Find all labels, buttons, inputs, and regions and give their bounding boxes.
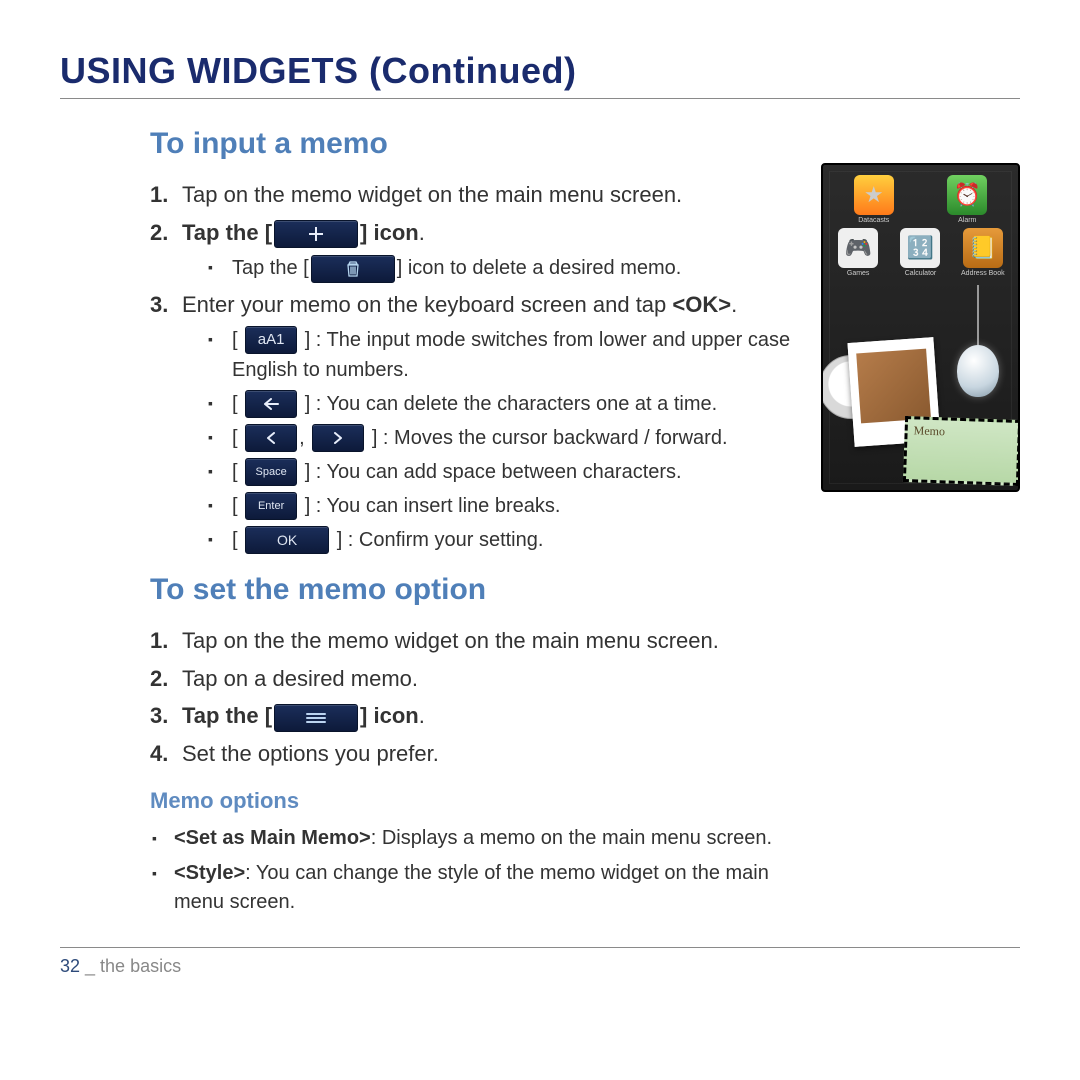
kb-enter-text: ] : You can insert line breaks. [305,495,561,517]
bracket: [ [232,495,238,517]
aA1-icon: aA1 [245,326,297,354]
memo-card-label: Memo [913,423,945,438]
app-datacasts: ★Datacasts [852,175,896,224]
steps-set-memo: Tap on the the memo widget on the main m… [150,625,801,771]
cursor-left-icon [245,424,297,452]
plus-icon [274,220,358,248]
page-title: USING WIDGETS (Continued) [60,50,1020,99]
bracket: [ [232,427,238,449]
app-alarm-label: Alarm [945,217,989,224]
kb-back-text: ] : You can delete the characters one at… [305,393,718,415]
step-3-ok: <OK> [672,292,731,317]
set-step-3: Tap the [ ] icon. [150,700,801,732]
kb-enter: [ Enter ] : You can insert line breaks. [182,491,801,521]
page-number: 32 [60,956,80,976]
opt-main-memo-label: <Set as Main Memo> [174,827,371,849]
step-2-sub: Tap the [ ] icon to delete a desired mem… [182,253,801,283]
memo-options-title: Memo options [150,788,801,814]
app-addressbook-label: Address Book [961,270,1005,277]
kb-backspace: [ ] : You can delete the characters one … [182,389,801,419]
opt-style: <Style>: You can change the style of the… [150,859,801,917]
opt-main-memo: <Set as Main Memo>: Displays a memo on t… [150,824,801,853]
set-step-2: Tap on a desired memo. [150,663,801,695]
kb-space-text: ] : You can add space between characters… [305,461,682,483]
step-2-pre: Tap the [ [182,220,272,245]
kb-cursors-text: ] : Moves the cursor backward / forward. [372,427,728,449]
opt-style-text: : You can change the style of the memo w… [174,862,769,913]
device-illustration: ★Datacasts ⏰Alarm 🎮Games 🔢Calculator 📒Ad… [821,163,1020,492]
kb-aA1: [ aA1 ] : The input mode switches from l… [182,325,801,385]
opt-style-label: <Style> [174,862,245,884]
kb-cursors: [ , ] : Moves the cursor backward / forw… [182,423,801,453]
enter-icon: Enter [245,492,297,520]
step-2-sub-post: ] icon to delete a desired memo. [397,257,682,279]
space-icon: Space [245,458,297,486]
cursor-right-icon [312,424,364,452]
set-step-3-post: ] icon [360,703,419,728]
trash-icon [311,255,395,283]
ok-icon: OK [245,526,329,554]
section-set-memo-title: To set the memo option [150,573,801,607]
step-2: Tap the [ ] icon. Tap the [ ] icon to de… [150,217,801,283]
kb-ok: [ OK ] : Confirm your setting. [182,525,801,555]
step-2-period: . [419,220,425,245]
step-3-text: Enter your memo on the keyboard screen a… [182,292,672,317]
menu-icon [274,704,358,732]
kb-aA1-text: ] : The input mode switches from lower a… [232,329,790,381]
app-games: 🎮Games [836,228,880,277]
set-step-1: Tap on the the memo widget on the main m… [150,625,801,657]
opt-main-memo-text: : Displays a memo on the main menu scree… [371,827,772,849]
step-3-period: . [731,292,737,317]
set-step-3-period: . [419,703,425,728]
step-2-post: ] icon [360,220,419,245]
kb-ok-text: ] : Confirm your setting. [337,529,544,551]
footer-sep: _ [80,956,100,976]
step-2-sub-pre: Tap the [ [232,257,309,279]
app-datacasts-label: Datacasts [852,217,896,224]
app-calculator: 🔢Calculator [898,228,942,277]
memo-card: Memo [903,416,1020,486]
set-step-4: Set the options you prefer. [150,738,801,770]
kb-space: [ Space ] : You can add space between ch… [182,457,801,487]
footer-section: the basics [100,956,181,976]
steps-input-memo: Tap on the memo widget on the main menu … [150,179,801,555]
bracket: [ [232,529,238,551]
lightbulb-icon [952,285,1004,397]
page-footer: 32 _ the basics [60,947,1020,977]
step-3: Enter your memo on the keyboard screen a… [150,289,801,555]
bracket: [ [232,461,238,483]
section-input-memo-title: To input a memo [150,127,801,161]
kb-cursors-sep: , [299,427,305,449]
memo-options-list: <Set as Main Memo>: Displays a memo on t… [150,824,801,917]
app-addressbook: 📒Address Book [961,228,1005,277]
set-step-3-pre: Tap the [ [182,703,272,728]
bracket: [ [232,329,238,351]
app-alarm: ⏰Alarm [945,175,989,224]
app-calculator-label: Calculator [898,270,942,277]
bracket: [ [232,393,238,415]
step-1: Tap on the memo widget on the main menu … [150,179,801,211]
app-games-label: Games [836,270,880,277]
backspace-icon [245,390,297,418]
